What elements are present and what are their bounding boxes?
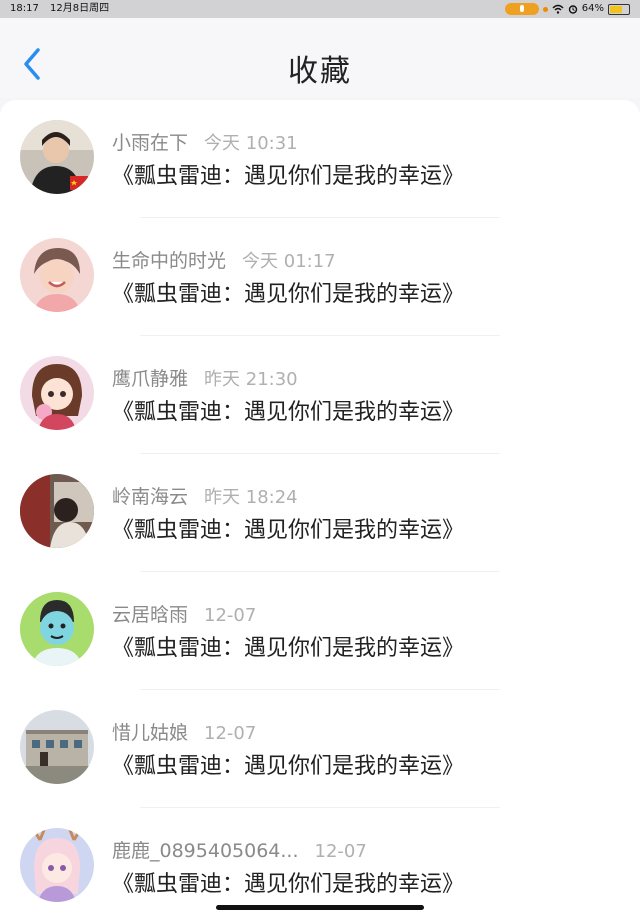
user-name: 岭南海云 (112, 486, 189, 508)
item-content: 《瓢虫雷迪：遇见你们是我的幸运》 (112, 164, 465, 189)
item-content: 《瓢虫雷迪：遇见你们是我的幸运》 (112, 400, 465, 425)
list-item[interactable]: 鹰爪静雅 昨天 21:30 《瓢虫雷迪：遇见你们是我的幸运》 (0, 336, 640, 454)
list-item[interactable]: 岭南海云 昨天 18:24 《瓢虫雷迪：遇见你们是我的幸运》 (0, 454, 640, 572)
battery-percent: 64% (581, 3, 604, 14)
item-meta: 小雨在下 今天 10:31 (112, 128, 298, 155)
item-content: 《瓢虫雷迪：遇见你们是我的幸运》 (112, 872, 465, 897)
avatar (20, 120, 94, 194)
status-time: 18:17 (10, 3, 39, 14)
home-indicator[interactable] (216, 905, 424, 910)
avatar (20, 828, 94, 902)
user-name: 云居晗雨 (112, 604, 189, 626)
avatar (20, 474, 94, 548)
avatar (20, 592, 94, 666)
item-content: 《瓢虫雷迪：遇见你们是我的幸运》 (112, 754, 465, 779)
item-meta: 惜儿姑娘 12-07 (112, 718, 256, 745)
microphone-indicator-icon (504, 3, 539, 15)
item-meta: 鹰爪静雅 昨天 21:30 (112, 364, 298, 391)
wifi-icon (552, 4, 564, 14)
header: 收藏 (0, 18, 640, 98)
status-left: 18:17 12月8日周四 (10, 0, 117, 18)
avatar (20, 710, 94, 784)
user-name: 鹿鹿_0895405064... (112, 840, 299, 862)
item-meta: 岭南海云 昨天 18:24 (112, 482, 298, 509)
list-item[interactable]: 小雨在下 今天 10:31 《瓢虫雷迪：遇见你们是我的幸运》 (0, 100, 640, 218)
status-date: 12月8日周四 (50, 3, 110, 14)
item-meta: 鹿鹿_0895405064... 12-07 (112, 836, 367, 863)
avatar (20, 238, 94, 312)
item-meta: 生命中的时光 今天 01:17 (112, 246, 336, 273)
status-bar: 18:17 12月8日周四 64% (0, 0, 640, 18)
list-item[interactable]: 云居晗雨 12-07 《瓢虫雷迪：遇见你们是我的幸运》 (0, 572, 640, 690)
list-item[interactable]: 惜儿姑娘 12-07 《瓢虫雷迪：遇见你们是我的幸运》 (0, 690, 640, 808)
battery-icon (608, 3, 630, 15)
item-time: 今天 10:31 (204, 133, 298, 154)
favorites-list: 小雨在下 今天 10:31 《瓢虫雷迪：遇见你们是我的幸运》 生命中的时光 今天 0… (0, 100, 640, 916)
user-name: 小雨在下 (112, 132, 189, 154)
item-time: 12-07 (204, 605, 257, 626)
privacy-dot-icon (542, 6, 548, 12)
page-title: 收藏 (288, 54, 352, 89)
user-name: 生命中的时光 (112, 250, 227, 272)
item-meta: 云居晗雨 12-07 (112, 600, 256, 627)
item-time: 今天 01:17 (242, 251, 336, 272)
user-name: 鹰爪静雅 (112, 368, 189, 390)
list-item[interactable]: 鹿鹿_0895405064... 12-07 《瓢虫雷迪：遇见你们是我的幸运》 (0, 808, 640, 916)
avatar (20, 356, 94, 430)
item-time: 昨天 18:24 (204, 487, 298, 508)
user-name: 惜儿姑娘 (112, 722, 189, 744)
item-time: 12-07 (204, 723, 257, 744)
item-content: 《瓢虫雷迪：遇见你们是我的幸运》 (112, 518, 465, 543)
item-time: 昨天 21:30 (204, 369, 298, 390)
item-content: 《瓢虫雷迪：遇见你们是我的幸运》 (112, 282, 465, 307)
status-right: 64% (504, 0, 630, 18)
item-content: 《瓢虫雷迪：遇见你们是我的幸运》 (112, 636, 465, 661)
list-item[interactable]: 生命中的时光 今天 01:17 《瓢虫雷迪：遇见你们是我的幸运》 (0, 218, 640, 336)
item-time: 12-07 (314, 841, 367, 862)
alarm-icon (568, 5, 577, 14)
